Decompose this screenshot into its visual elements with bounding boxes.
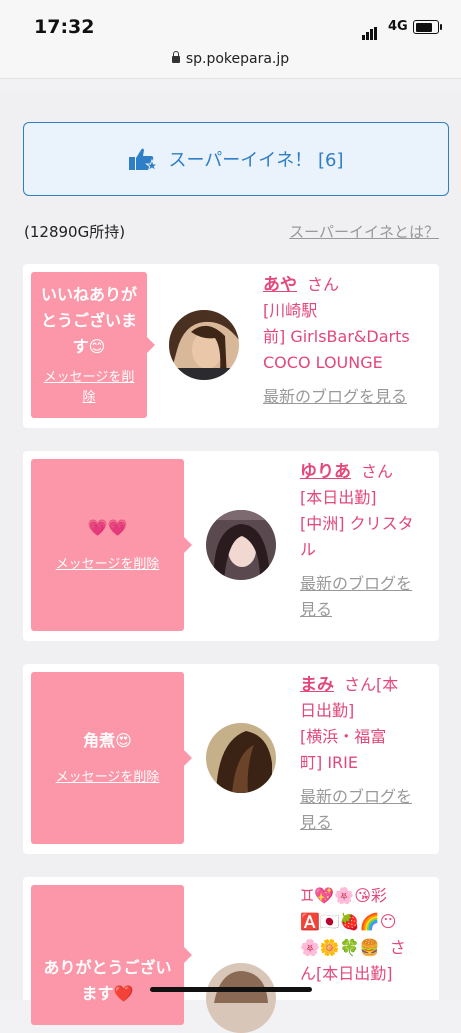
clock: 17:32 <box>34 16 95 38</box>
delete-message-link[interactable]: メッセージを削除 <box>56 768 160 788</box>
network-label: 4G <box>388 19 408 34</box>
message-text: 💗💗 <box>87 518 128 537</box>
points-balance: (12890G所持) <box>24 223 126 241</box>
message-text: 角煮😍 <box>83 731 132 750</box>
avatar[interactable] <box>206 963 276 1033</box>
message-bubble: ありがとうござい ます❤️ <box>31 885 192 1025</box>
shop-name[interactable]: [本日出勤] [中洲] クリスタル <box>300 485 435 563</box>
latest-blog-link[interactable]: 最新のブログを見る <box>300 784 435 836</box>
delete-message-link[interactable]: メッセージを削除 <box>44 368 135 408</box>
signal-icon <box>362 21 378 40</box>
message-text: ありがとうござい ます❤️ <box>43 958 172 1003</box>
latest-blog-link[interactable]: 最新のブログを見る <box>263 384 433 410</box>
message-bubble: 💗💗 メッセージを削除 <box>31 459 192 631</box>
cast-info: ♊💖🌸😘彩 🅰️🇯🇵🍓🌈😶 🌸🌼🍀🍔 さ ん[本日出勤] <box>300 883 435 987</box>
shop-name[interactable]: 日出勤] [横浜・福富 町] IRIE <box>300 698 435 776</box>
message-bubble: 角煮😍 メッセージを削除 <box>31 672 192 844</box>
message-bubble: いいねありが とうございま す😊 メッセージを削除 <box>31 272 155 418</box>
battery-icon <box>413 20 442 34</box>
like-card: 角煮😍 メッセージを削除 まみ さん[本 日出勤] [横浜・福富 町] IRIE 最新… <box>23 664 439 854</box>
cast-name[interactable]: あや <box>263 275 297 295</box>
shop-name[interactable]: [川崎駅 前] GirlsBar&Darts COCO LOUNGE <box>263 298 433 376</box>
super-like-label: スーパーイイネ！ [6] <box>168 150 344 171</box>
cast-name[interactable]: まみ <box>300 675 334 695</box>
address-bar[interactable]: sp.pokepara.jp <box>0 51 461 67</box>
thumbs-up-icon <box>129 148 159 172</box>
delete-message-link[interactable]: メッセージを削除 <box>56 555 160 575</box>
url-text: sp.pokepara.jp <box>185 51 290 67</box>
cast-info: ゆりあ さん [本日出勤] [中洲] クリスタル 最新のブログを 見る <box>300 459 435 623</box>
shop-name[interactable]: ん[本日出勤] <box>300 961 435 987</box>
cast-info: あや さん [川崎駅 前] GirlsBar&Darts COCO LOUNGE 最新… <box>263 272 433 410</box>
cast-name[interactable]: ゆりあ <box>300 462 351 482</box>
like-card: いいねありが とうございま す😊 メッセージを削除 あや さん [川崎駅 前] Gi… <box>23 264 439 428</box>
like-card: 💗💗 メッセージを削除 ゆりあ さん [本日出勤] [中洲] クリスタル 最新のブロ… <box>23 451 439 641</box>
latest-blog-link[interactable]: 最新のブログを見る <box>300 571 435 623</box>
avatar[interactable] <box>169 310 239 380</box>
avatar[interactable] <box>206 723 276 793</box>
cast-name[interactable]: ♊💖🌸😘彩 🅰️🇯🇵🍓🌈😶 🌸🌼🍀🍔 さ <box>300 883 435 961</box>
home-indicator <box>150 987 312 992</box>
super-like-button[interactable]: スーパーイイネ！ [6] <box>23 122 449 196</box>
lock-icon <box>171 51 180 63</box>
about-super-like-link[interactable]: スーパーイイネとは？ <box>289 221 439 242</box>
avatar[interactable] <box>206 510 276 580</box>
message-text: いいねありが とうございま す😊 <box>40 285 137 356</box>
like-card: ありがとうござい ます❤️ ♊💖🌸😘彩 🅰️🇯🇵🍓🌈😶 🌸🌼🍀🍔 さ ん[本日出勤… <box>23 877 439 1033</box>
browser-status-bar: 17:32 4G sp.pokepara.jp <box>0 0 461 79</box>
cast-info: まみ さん[本 日出勤] [横浜・福富 町] IRIE 最新のブログを 見る <box>300 672 435 836</box>
